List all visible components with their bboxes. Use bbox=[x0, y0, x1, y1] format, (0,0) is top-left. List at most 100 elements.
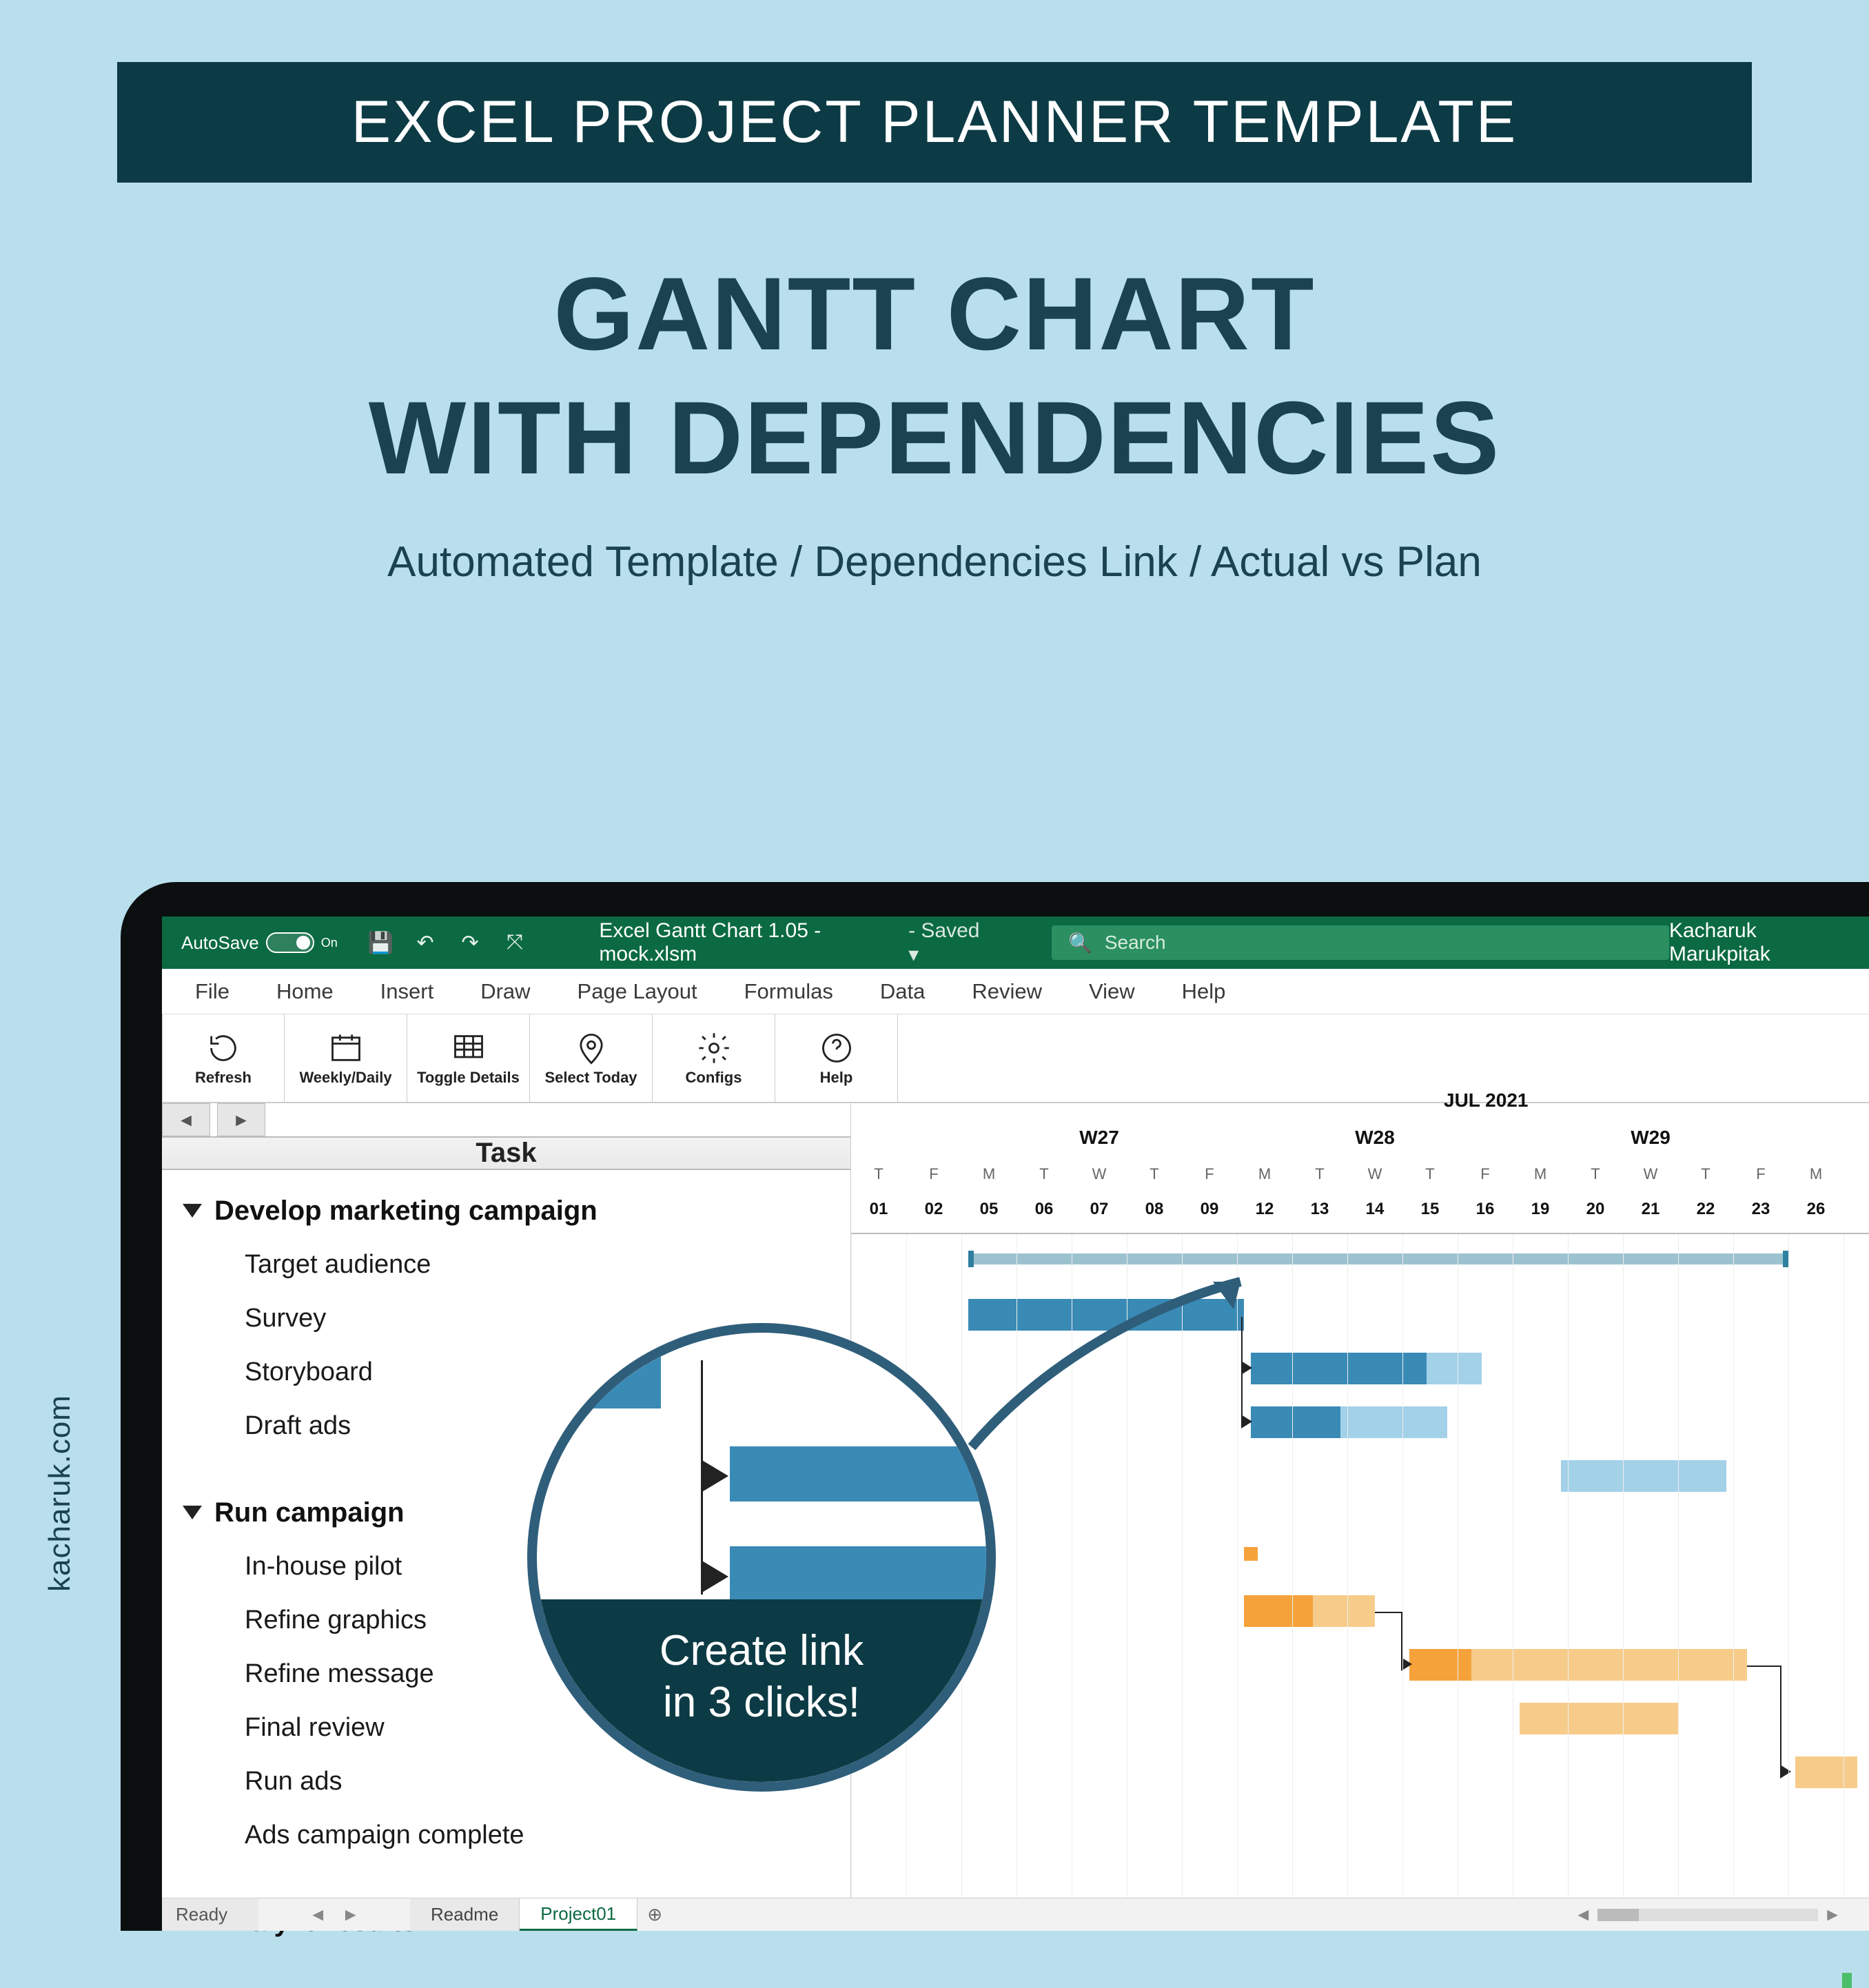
scroll-right-button[interactable]: ► bbox=[217, 1103, 265, 1136]
weekday-label: W bbox=[1347, 1165, 1402, 1183]
gantt-bar[interactable] bbox=[1409, 1649, 1471, 1681]
search-input[interactable]: 🔍 Search bbox=[1052, 925, 1669, 960]
search-placeholder: Search bbox=[1105, 932, 1166, 954]
week-label: W27 bbox=[961, 1127, 1237, 1150]
gantt-bar-plan[interactable] bbox=[1340, 1406, 1447, 1438]
dates-row: 010205060708091213141516192021222326 bbox=[851, 1200, 1869, 1219]
sheet-nav-icons[interactable]: ◄ ► bbox=[258, 1898, 410, 1931]
title-banner-text: EXCEL PROJECT PLANNER TEMPLATE bbox=[351, 89, 1518, 155]
add-sheet-button[interactable]: ⊕ bbox=[637, 1898, 672, 1931]
tab-home[interactable]: Home bbox=[253, 970, 357, 1014]
hero-title-line1: GANTT CHART bbox=[0, 252, 1869, 376]
date-label: 22 bbox=[1678, 1200, 1733, 1219]
date-label: 09 bbox=[1182, 1200, 1237, 1219]
tab-review[interactable]: Review bbox=[948, 970, 1065, 1014]
date-label: 07 bbox=[1072, 1200, 1127, 1219]
toggle-details-button[interactable]: Toggle Details bbox=[407, 1014, 530, 1102]
tab-insert[interactable]: Insert bbox=[357, 970, 458, 1014]
account-name[interactable]: Kacharuk Marukpitak bbox=[1669, 919, 1850, 966]
task-row[interactable]: Target audience bbox=[183, 1238, 850, 1291]
callout-bar-icon bbox=[730, 1546, 996, 1601]
excel-titlebar: AutoSave On 💾 ↶ ↷ ⤧ Excel Gantt Chart 1.… bbox=[162, 916, 1869, 969]
weekday-label: M bbox=[961, 1165, 1017, 1183]
summary-bar bbox=[968, 1253, 1788, 1264]
weekday-label: M bbox=[1513, 1165, 1568, 1183]
ribbon-tabs: File Home Insert Draw Page Layout Formul… bbox=[162, 969, 1869, 1014]
pin-icon bbox=[571, 1030, 612, 1066]
gantt-bar-plan[interactable] bbox=[1427, 1353, 1482, 1384]
gantt-bar-plan[interactable] bbox=[1561, 1460, 1726, 1492]
weekly-daily-button[interactable]: Weekly/Daily bbox=[285, 1014, 407, 1102]
weekday-label: F bbox=[906, 1165, 961, 1183]
autosave-state: On bbox=[321, 936, 338, 950]
tab-page-layout[interactable]: Page Layout bbox=[554, 970, 721, 1014]
configs-button[interactable]: Configs bbox=[653, 1014, 775, 1102]
tab-view[interactable]: View bbox=[1065, 970, 1158, 1014]
horizontal-scrollbar[interactable]: ◄► bbox=[1575, 1898, 1869, 1931]
gantt-bar-plan[interactable] bbox=[1795, 1756, 1857, 1788]
weekday-label: T bbox=[1127, 1165, 1182, 1183]
tab-help[interactable]: Help bbox=[1158, 970, 1249, 1014]
save-icon[interactable]: 💾 bbox=[367, 928, 395, 958]
calendar-icon bbox=[325, 1030, 367, 1066]
group-row[interactable]: Develop marketing campaign bbox=[183, 1184, 850, 1238]
touch-mode-icon[interactable]: ⤧ bbox=[500, 928, 529, 958]
dependency-line bbox=[1747, 1666, 1781, 1667]
gantt-bar[interactable] bbox=[1244, 1595, 1313, 1627]
weekday-row: TFMTWTFMTWTFMTWTFM bbox=[851, 1165, 1869, 1183]
chevron-down-icon bbox=[183, 1204, 202, 1218]
weekday-label: T bbox=[1017, 1165, 1072, 1183]
tab-draw[interactable]: Draw bbox=[457, 970, 553, 1014]
dependency-arrow-icon bbox=[1780, 1765, 1791, 1779]
date-label: 26 bbox=[1788, 1200, 1844, 1219]
callout-bar-icon bbox=[537, 1353, 661, 1408]
tab-formulas[interactable]: Formulas bbox=[721, 970, 857, 1014]
hero-title-line2: WITH DEPENDENCIES bbox=[0, 376, 1869, 500]
weekday-label: M bbox=[1237, 1165, 1292, 1183]
worksheet: ◄ ► Task Develop marketing campaign Targ… bbox=[162, 1103, 1869, 1898]
autosave-toggle[interactable]: AutoSave On bbox=[181, 932, 338, 954]
tab-data[interactable]: Data bbox=[857, 970, 948, 1014]
scroll-left-button[interactable]: ◄ bbox=[162, 1103, 210, 1136]
tab-file[interactable]: File bbox=[172, 970, 253, 1014]
weekday-label: F bbox=[1458, 1165, 1513, 1183]
weekday-label: T bbox=[1402, 1165, 1458, 1183]
refresh-button[interactable]: Refresh bbox=[162, 1014, 285, 1102]
sheet-tab-readme[interactable]: Readme bbox=[410, 1898, 520, 1931]
task-nav: ◄ ► bbox=[162, 1103, 850, 1138]
gantt-bar-plan[interactable] bbox=[1520, 1703, 1678, 1734]
callout-arrow-icon bbox=[701, 1459, 728, 1493]
date-label: 06 bbox=[1017, 1200, 1072, 1219]
callout-pointer bbox=[965, 1275, 1254, 1457]
gear-icon bbox=[693, 1030, 735, 1066]
dependency-line bbox=[1375, 1612, 1402, 1613]
week-label: W29 bbox=[1513, 1127, 1788, 1150]
redo-icon[interactable]: ↷ bbox=[456, 928, 484, 958]
gantt-bar[interactable] bbox=[1251, 1406, 1340, 1438]
date-label: 01 bbox=[851, 1200, 906, 1219]
date-label: 21 bbox=[1623, 1200, 1678, 1219]
gantt-bar-plan[interactable] bbox=[1313, 1595, 1375, 1627]
save-status: - Saved ▾ bbox=[908, 919, 990, 967]
weeks-row: W27 W28 W29 bbox=[851, 1127, 1869, 1150]
date-label: 05 bbox=[961, 1200, 1017, 1219]
date-label: 08 bbox=[1127, 1200, 1182, 1219]
date-label: 23 bbox=[1733, 1200, 1788, 1219]
date-label: 02 bbox=[906, 1200, 961, 1219]
date-label: 20 bbox=[1568, 1200, 1623, 1219]
callout-bar-icon bbox=[730, 1446, 996, 1502]
timeline-header: JUL 2021 W27 W28 W29 TFMTWTFMTWTFMTWTFM … bbox=[851, 1103, 1869, 1234]
select-today-button[interactable]: Select Today bbox=[530, 1014, 653, 1102]
task-row[interactable]: Ads campaign complete bbox=[183, 1808, 850, 1862]
search-icon: 🔍 bbox=[1068, 932, 1092, 954]
sheet-tab-project01[interactable]: Project01 bbox=[520, 1898, 637, 1931]
sheet-tab-bar: Ready ◄ ► Readme Project01 ⊕ ◄► bbox=[162, 1898, 1869, 1931]
callout-arrow-icon bbox=[701, 1560, 728, 1593]
feature-callout: Create linkin 3 clicks! bbox=[527, 1323, 996, 1792]
hero: GANTT CHART WITH DEPENDENCIES Automated … bbox=[0, 252, 1869, 586]
task-header: Task bbox=[162, 1138, 850, 1170]
undo-icon[interactable]: ↶ bbox=[411, 928, 440, 958]
help-button[interactable]: Help bbox=[775, 1014, 898, 1102]
gantt-bar[interactable] bbox=[1251, 1353, 1427, 1384]
title-banner: EXCEL PROJECT PLANNER TEMPLATE bbox=[117, 62, 1752, 183]
